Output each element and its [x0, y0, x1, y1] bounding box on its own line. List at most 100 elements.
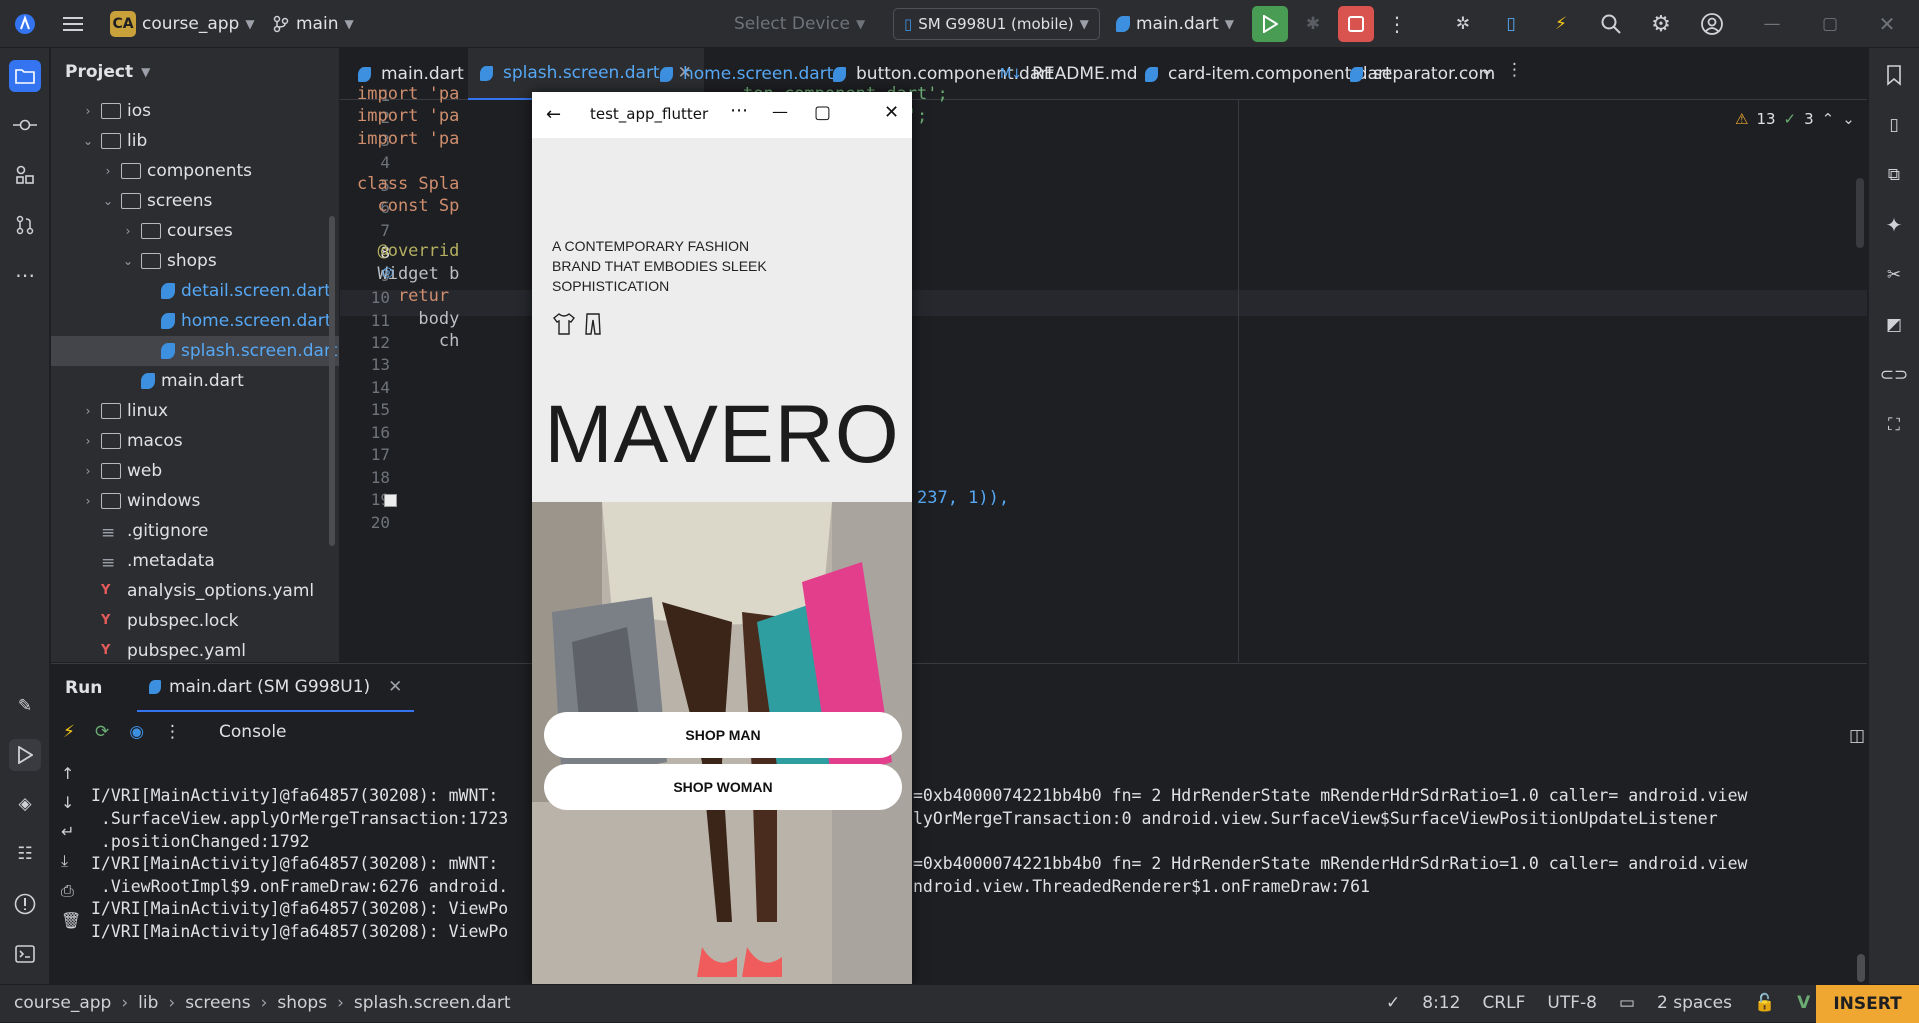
device-manager-icon[interactable]: ▯ [1879, 110, 1909, 140]
tree-item[interactable]: Ypubspec.yaml [51, 636, 339, 662]
layout-inspector-icon[interactable]: ⛶ [1879, 410, 1909, 440]
tree-item[interactable]: Ypubspec.lock [51, 606, 339, 636]
stop-button[interactable] [1338, 6, 1374, 42]
problems-icon[interactable] [10, 889, 40, 919]
soft-wrap-icon[interactable]: ↵ [61, 822, 81, 841]
minimize-window-icon[interactable]: — [1757, 9, 1787, 39]
tree-item[interactable]: › linux [51, 396, 339, 426]
device-selector-disabled[interactable]: Select Device ▼ [734, 0, 865, 48]
main-menu-icon[interactable] [58, 9, 88, 39]
shop-woman-button[interactable]: SHOP WOMAN [544, 764, 902, 810]
console-tab[interactable]: Console [219, 722, 287, 742]
run-config-selector[interactable]: main.dart ▼ [1116, 0, 1234, 48]
scroll-to-end-icon[interactable]: ⤓ [61, 851, 81, 871]
tree-item[interactable]: ≡ .metadata [51, 546, 339, 576]
project-switcher[interactable]: CA course_app ▼ [110, 0, 255, 48]
caret-position[interactable]: 8:12 [1422, 993, 1460, 1013]
close-icon[interactable]: ✕ [884, 102, 899, 123]
code-line[interactable]: retur [357, 286, 449, 306]
run-tab[interactable]: main.dart (SM G998U1) ✕ [137, 664, 415, 712]
breadcrumb-item[interactable]: course_app [14, 993, 111, 1013]
more-actions-icon[interactable]: ⋮ [1382, 9, 1412, 39]
gemini-icon[interactable]: ✦ [1879, 210, 1909, 240]
dart-analysis-icon[interactable]: ◈ [10, 789, 40, 819]
editor-tab[interactable]: separator.com [1350, 48, 1495, 100]
run-button[interactable] [1252, 6, 1288, 42]
account-icon[interactable] [1697, 9, 1727, 39]
code-line[interactable]: body [357, 309, 459, 329]
logcat-icon[interactable]: ☷ [10, 839, 40, 869]
breadcrumb-item[interactable]: shops [277, 993, 327, 1013]
close-tab-icon[interactable]: ✕ [388, 677, 402, 697]
tree-item[interactable]: detail.screen.dart [51, 276, 339, 306]
file-encoding[interactable]: UTF-8 [1547, 993, 1597, 1013]
override-marker-icon[interactable]: ◎ [382, 265, 393, 280]
breadcrumb-item[interactable]: splash.screen.dart [354, 993, 511, 1013]
read-only-toggle-icon[interactable]: 🔓 [1754, 993, 1775, 1013]
device-explorer-icon[interactable]: ⧉ [1879, 160, 1909, 190]
branch-switcher[interactable]: main ▼ [272, 0, 354, 48]
check-circle-icon[interactable]: ✓ [1386, 993, 1400, 1013]
code-line[interactable]: import 'pa [357, 84, 459, 104]
editor-tab[interactable]: M↓ README.md [1000, 48, 1138, 100]
tab-actions-icon[interactable]: ⋮ [1506, 60, 1523, 80]
device-mirror-icon[interactable]: ▯ [1496, 9, 1526, 39]
minimize-icon[interactable]: — [772, 102, 788, 121]
hot-restart-icon[interactable]: ⟳ [95, 722, 109, 742]
code-line[interactable]: import 'pa [357, 129, 459, 149]
flutter-inspector-icon[interactable]: ✎ [10, 691, 40, 721]
tree-item[interactable]: › components [51, 156, 339, 186]
maximize-window-icon[interactable]: ▢ [1815, 9, 1845, 39]
build-variants-icon[interactable]: ✂ [1879, 260, 1909, 290]
tree-item[interactable]: › windows [51, 486, 339, 516]
tree-scrollbar[interactable] [329, 216, 335, 546]
editorconfig-icon[interactable]: ▭ [1619, 993, 1635, 1013]
back-arrow-icon[interactable]: ← [546, 104, 561, 125]
console-scrollbar[interactable] [1857, 954, 1865, 982]
links-icon[interactable]: ⊂⊃ [1879, 360, 1909, 390]
clear-console-icon[interactable]: 🗑 [61, 911, 81, 930]
layout-toggle-icon[interactable]: ◫ [1849, 726, 1865, 746]
notifications-icon[interactable] [1879, 60, 1909, 90]
scroll-up-icon[interactable]: ↑ [61, 764, 81, 783]
more-options-icon[interactable]: ⋯ [730, 100, 748, 121]
tree-item[interactable]: › macos [51, 426, 339, 456]
hot-reload-icon[interactable]: ⚡ [1546, 9, 1576, 39]
project-tool-folder-icon[interactable] [9, 60, 41, 92]
tree-item[interactable]: ⌄ shops [51, 246, 339, 276]
line-separator[interactable]: CRLF [1482, 993, 1525, 1013]
inspection-widget[interactable]: ⚠ 13 ✓ 3 ⌃ ⌄ [1735, 110, 1865, 128]
code-line[interactable]: const Sp [357, 196, 459, 216]
indent-setting[interactable]: 2 spaces [1657, 993, 1732, 1013]
code-line[interactable]: class Spla [357, 174, 459, 194]
breadcrumb-item[interactable]: lib [138, 993, 158, 1013]
tree-item[interactable]: home.screen.dart [51, 306, 339, 336]
tree-item[interactable]: › ios [51, 96, 339, 126]
shop-man-button[interactable]: SHOP MAN [544, 712, 902, 758]
more-tools-icon[interactable]: ⋯ [10, 260, 40, 290]
close-window-icon[interactable]: ✕ [1872, 9, 1902, 39]
commit-icon[interactable] [10, 110, 40, 140]
vim-plugin-icon[interactable]: V [1797, 993, 1810, 1013]
devtools-icon[interactable]: ◉ [129, 722, 144, 742]
device-selector[interactable]: ▯ SM G998U1 (mobile) ▼ [893, 8, 1100, 40]
editor-scrollbar[interactable] [1856, 178, 1864, 248]
terminal-icon[interactable] [10, 939, 40, 969]
maximize-icon[interactable]: ▢ [814, 102, 831, 123]
code-line[interactable]: ch [357, 331, 459, 351]
debug-button[interactable]: ✱ [1298, 9, 1328, 39]
scroll-down-icon[interactable]: ↓ [61, 793, 81, 812]
chevron-up-icon[interactable]: ⌃ [1822, 110, 1835, 128]
tab-list-chevron-icon[interactable]: ⌄ [1480, 60, 1494, 80]
attach-debugger-icon[interactable]: ✲ [1448, 9, 1478, 39]
project-panel-header[interactable]: Project ▼ [65, 62, 150, 82]
structure-icon[interactable] [10, 160, 40, 190]
code-line[interactable]: @overrid [357, 241, 459, 261]
tree-item[interactable]: ≡ .gitignore [51, 516, 339, 546]
app-quality-icon[interactable]: ◩ [1879, 310, 1909, 340]
print-icon[interactable]: ⎙ [61, 881, 81, 901]
tree-item[interactable]: › courses [51, 216, 339, 246]
tree-item[interactable]: ⌄ screens [51, 186, 339, 216]
code-line[interactable]: Widget b [357, 264, 459, 284]
chevron-down-icon[interactable]: ⌄ [1842, 110, 1855, 128]
